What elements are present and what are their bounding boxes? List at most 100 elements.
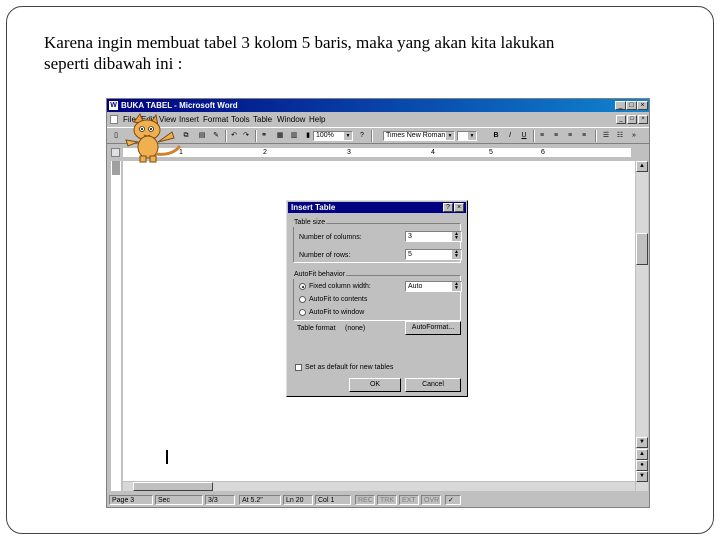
maximize-button[interactable]: □ (626, 101, 637, 110)
rows-input[interactable]: 5 ▲ ▼ (405, 249, 462, 260)
align-left-icon[interactable]: ≡ (537, 131, 547, 141)
horizontal-ruler[interactable]: 1 2 3 4 5 6 (123, 148, 631, 157)
hyperlink-icon[interactable]: ⚭ (259, 131, 269, 141)
fixed-width-value: Auto (408, 283, 423, 290)
h-scroll-thumb[interactable] (133, 482, 213, 491)
toolbar-separator (255, 130, 257, 142)
cancel-button[interactable]: Cancel (405, 378, 461, 392)
slide-caption: Karena ingin membuat tabel 3 kolom 5 bar… (44, 32, 684, 74)
font-select[interactable]: Times New Roman ▼ (383, 131, 455, 141)
columns-icon[interactable]: ▮ (303, 131, 313, 141)
dialog-close-button[interactable]: × (454, 203, 464, 212)
dialog-help-button[interactable]: ? (443, 203, 453, 212)
set-default-label: Set as default for new tables (305, 364, 394, 371)
numbering-icon[interactable]: ☰ (601, 131, 611, 141)
font-size-select[interactable]: ▼ (457, 131, 477, 141)
align-center-icon[interactable]: ≡ (551, 131, 561, 141)
set-default-checkbox[interactable] (295, 364, 302, 371)
status-bar: Page 3 Sec 3/3 At 5.2" Ln 20 Col 1 REC T… (107, 493, 649, 507)
justify-icon[interactable]: ≡ (579, 131, 589, 141)
autofit-window-radio[interactable] (299, 309, 306, 316)
autoformat-button[interactable]: AutoFormat... (405, 321, 461, 335)
tables-borders-icon[interactable]: ▦ (275, 131, 285, 141)
more-buttons-icon[interactable]: » (629, 131, 639, 141)
window-title: BUKA TABEL - Microsoft Word (121, 101, 238, 110)
vertical-scrollbar[interactable]: ▲ ▼ ▲ ● ▼ (636, 161, 648, 491)
italic-button[interactable]: I (505, 131, 515, 141)
scroll-thumb[interactable] (636, 233, 648, 265)
rows-value: 5 (408, 251, 412, 258)
fixed-width-input[interactable]: Auto ▲ ▼ (405, 281, 462, 292)
chevron-down-icon: ▼ (468, 132, 476, 140)
redo-icon[interactable]: ↷ (241, 131, 251, 141)
bold-button[interactable]: B (491, 131, 501, 141)
previous-page-button[interactable]: ▲ (636, 449, 648, 460)
paste-icon[interactable]: ▤ (197, 131, 207, 141)
zoom-select[interactable]: 100% ▼ (313, 131, 353, 141)
columns-input[interactable]: 3 ▲ ▼ (405, 231, 462, 242)
menu-help[interactable]: Help (309, 115, 325, 125)
menu-table[interactable]: Table (253, 115, 272, 125)
office-assistant-icon[interactable] (120, 112, 186, 164)
status-section: Sec (155, 495, 203, 505)
scroll-up-button[interactable]: ▲ (636, 161, 648, 172)
toolbar: ▯ ⧉ ▤ ✎ ↶ ↷ ⚭ ▦ ▥ ▮ 100% ▼ ? Times New R… (107, 127, 649, 144)
spinner-arrows-icon[interactable]: ▲ ▼ (452, 232, 461, 241)
status-ext[interactable]: EXT (399, 495, 419, 505)
minimize-button[interactable]: _ (615, 101, 626, 110)
scroll-down-button[interactable]: ▼ (636, 437, 648, 448)
status-column: Col 1 (315, 495, 351, 505)
bullets-icon[interactable]: ☷ (615, 131, 625, 141)
insert-table-icon[interactable]: ▥ (289, 131, 299, 141)
ruler-row: 1 2 3 4 5 6 (107, 145, 649, 159)
dialog-title: Insert Table (291, 203, 336, 212)
document-icon[interactable] (110, 115, 118, 124)
align-right-icon[interactable]: ≡ (565, 131, 575, 141)
help-icon[interactable]: ? (357, 131, 367, 141)
toolbar-separator (533, 130, 535, 142)
status-line: Ln 20 (283, 495, 313, 505)
status-trk[interactable]: TRK (377, 495, 397, 505)
ok-button[interactable]: OK (349, 378, 401, 392)
ruler-number: 6 (541, 149, 545, 156)
ruler-number: 5 (489, 149, 493, 156)
spinner-arrows-icon[interactable]: ▲ ▼ (452, 250, 461, 259)
autofit-contents-label: AutoFit to contents (309, 296, 368, 303)
fixed-width-radio[interactable] (299, 283, 306, 290)
menu-tools[interactable]: Tools (231, 115, 250, 125)
doc-restore-button[interactable]: □ (627, 115, 637, 124)
format-painter-icon[interactable]: ✎ (211, 131, 221, 141)
status-page: Page 3 (109, 495, 153, 505)
status-at: At 5.2" (239, 495, 281, 505)
table-format-label: Table format (297, 325, 336, 332)
font-value: Times New Roman (386, 132, 446, 139)
toolbar-separator (371, 130, 373, 142)
select-browse-object-button[interactable]: ● (636, 460, 648, 471)
status-ovr[interactable]: OVR (421, 495, 441, 505)
spinner-arrows-icon[interactable]: ▲ ▼ (452, 282, 461, 291)
underline-button[interactable]: U (519, 131, 529, 141)
doc-close-button[interactable]: × (638, 115, 648, 124)
toolbar-separator (595, 130, 597, 142)
vertical-ruler[interactable] (111, 161, 121, 491)
ruler-number: 3 (347, 149, 351, 156)
ruler-number: 2 (263, 149, 267, 156)
next-page-button[interactable]: ▼ (636, 471, 648, 482)
rows-label: Number of rows: (299, 252, 351, 259)
horizontal-scrollbar[interactable] (123, 482, 635, 491)
ruler-number: 4 (431, 149, 435, 156)
word-app-icon[interactable]: W (109, 101, 118, 110)
menu-window[interactable]: Window (277, 115, 305, 125)
doc-minimize-button[interactable]: _ (616, 115, 626, 124)
autofit-contents-radio[interactable] (299, 296, 306, 303)
close-button[interactable]: × (637, 101, 648, 110)
caption-line-1: Karena ingin membuat tabel 3 kolom 5 bar… (44, 33, 555, 52)
dialog-title-bar[interactable]: Insert Table ? × (288, 202, 466, 213)
undo-icon[interactable]: ↶ (229, 131, 239, 141)
spelling-status-icon[interactable]: ✓ (445, 495, 461, 505)
columns-label: Number of columns: (299, 234, 362, 241)
tab-selector[interactable] (111, 148, 120, 157)
menu-format[interactable]: Format (203, 115, 228, 125)
status-rec[interactable]: REC (355, 495, 375, 505)
table-size-label: Table size (293, 219, 327, 227)
